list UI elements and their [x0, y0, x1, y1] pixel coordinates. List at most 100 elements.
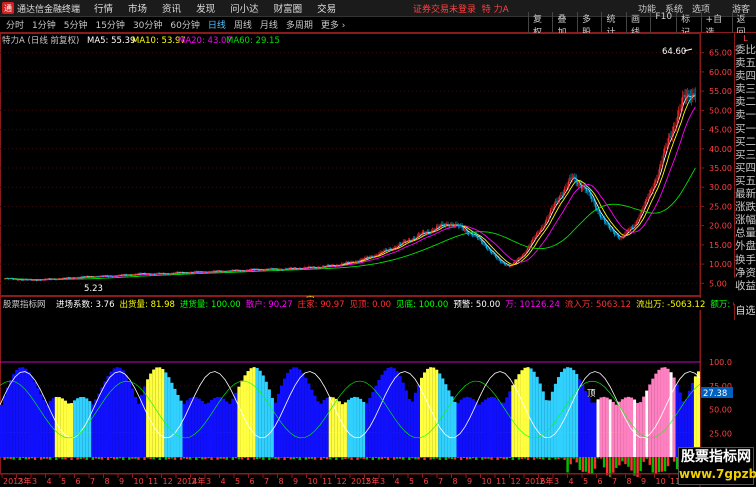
period-tab-timeshare[interactable]: 分时: [4, 18, 26, 31]
candle-body: [88, 276, 90, 278]
indicator-flow-bar: [468, 457, 472, 460]
candle-body: [323, 266, 325, 267]
candle-body: [566, 185, 568, 188]
candle-body: [478, 238, 480, 239]
candle-body: [396, 247, 398, 248]
candle-body: [518, 258, 519, 260]
indicator-bar: [276, 393, 280, 457]
indicator-bar: [447, 390, 451, 457]
menu-item-assistant[interactable]: 问小达: [230, 1, 259, 15]
candle-body: [650, 190, 651, 193]
candle-body: [409, 240, 411, 241]
indicator-bar: [21, 367, 25, 457]
candle-body: [279, 269, 281, 271]
candle-body: [594, 203, 596, 208]
candle-body: [119, 274, 121, 276]
candle-body: [132, 274, 134, 276]
side-item-bid5: 买五: [735, 174, 756, 187]
menu-item-news[interactable]: 资讯: [162, 1, 181, 15]
period-tab-monthly[interactable]: 月线: [258, 18, 280, 31]
candle-body: [660, 164, 662, 168]
indicator-bar: [164, 372, 168, 457]
indicator-bar: [340, 404, 344, 457]
candle-body: [364, 257, 366, 259]
candle-body: [295, 268, 296, 269]
candle-body: [616, 234, 618, 236]
menu-item-trade[interactable]: 交易: [317, 1, 336, 15]
indicator-flow-bar: [350, 457, 353, 460]
candle-body: [8, 278, 9, 280]
indicator-bar: [416, 384, 420, 457]
indicator-bar: [508, 391, 512, 457]
indicator-flow-bar: [569, 457, 572, 465]
period-tab-30min[interactable]: 30分钟: [131, 18, 164, 31]
menu-item-quotes[interactable]: 行情: [94, 1, 113, 15]
indicator-flow-bar: [255, 457, 259, 460]
y-tick-label: 20.00: [709, 222, 732, 231]
period-tab-daily[interactable]: 日线: [206, 18, 228, 31]
candle-body: [179, 272, 181, 274]
indicator-flow-bar: [48, 457, 52, 460]
candle-body: [66, 277, 68, 279]
candle-body: [676, 116, 678, 124]
login-status[interactable]: 证券交易未登录 特 力A: [413, 2, 509, 15]
menu-item-discover[interactable]: 发现: [196, 1, 215, 15]
candle-body: [469, 233, 471, 234]
indicator-flow-bar: [359, 457, 362, 459]
candle-body: [350, 262, 352, 263]
add-watchlist-button[interactable]: 自选: [734, 304, 756, 320]
indicator-bar: [459, 399, 463, 457]
candle-body: [598, 210, 600, 215]
period-tab-more[interactable]: 更多 ›: [319, 18, 347, 31]
candle-body: [537, 232, 539, 234]
candle-body: [49, 278, 50, 280]
indicator-flow-bar: [465, 457, 469, 460]
candle-body: [623, 236, 625, 237]
candle-body: [532, 239, 534, 242]
candle-body: [386, 249, 387, 251]
indicator-flow-bar: [15, 457, 18, 458]
candle-body: [601, 217, 603, 218]
candle-body: [146, 274, 148, 276]
time-tick-label: 10: [134, 477, 144, 486]
indicator-bar: [669, 372, 673, 457]
indicator-bar: [42, 399, 46, 457]
chart-area[interactable]: 65.0060.0055.0050.0045.0040.0035.0030.00…: [0, 33, 734, 487]
indicator-flow-bar: [612, 457, 615, 473]
candle-body: [583, 186, 585, 188]
menu-item-wealth[interactable]: 财富圈: [274, 1, 303, 15]
indicator-flow-bar: [298, 457, 302, 460]
candle-body: [589, 192, 591, 197]
period-tab-multi[interactable]: 多周期: [284, 18, 315, 31]
candle-body: [156, 273, 158, 275]
candle-body: [190, 272, 191, 274]
candle-body: [210, 271, 212, 273]
indicator-bar: [313, 395, 317, 457]
candle-body: [133, 274, 135, 276]
candle-body: [377, 255, 379, 256]
indicator-flow-bar: [602, 457, 606, 468]
candle-body: [393, 247, 395, 249]
indicator-flow-bar: [237, 457, 241, 460]
indicator-bar: [371, 392, 375, 457]
indicator-flow-bar: [0, 457, 3, 458]
menu-item-market[interactable]: 市场: [128, 1, 147, 15]
indicator-flow-bar: [353, 457, 356, 458]
period-tab-1min[interactable]: 1分钟: [30, 18, 58, 31]
indicator-bar: [106, 375, 110, 457]
period-tab-5min[interactable]: 5分钟: [62, 18, 90, 31]
indicator-tick-label: 25.00: [709, 429, 732, 438]
period-tab-60min[interactable]: 60分钟: [168, 18, 201, 31]
period-tab-15min[interactable]: 15分钟: [93, 18, 126, 31]
indicator-flow-bar: [663, 457, 667, 472]
candle-body: [248, 269, 250, 271]
candle-body: [305, 267, 307, 269]
candle-body: [24, 279, 26, 281]
candle-body: [633, 226, 635, 228]
candle-body: [432, 229, 434, 231]
y-tick-label: 25.00: [709, 202, 732, 211]
period-tab-weekly[interactable]: 周线: [232, 18, 254, 31]
indicator-flow-bar: [621, 457, 624, 462]
indicator-bar: [9, 380, 13, 457]
candle-body: [597, 209, 599, 211]
